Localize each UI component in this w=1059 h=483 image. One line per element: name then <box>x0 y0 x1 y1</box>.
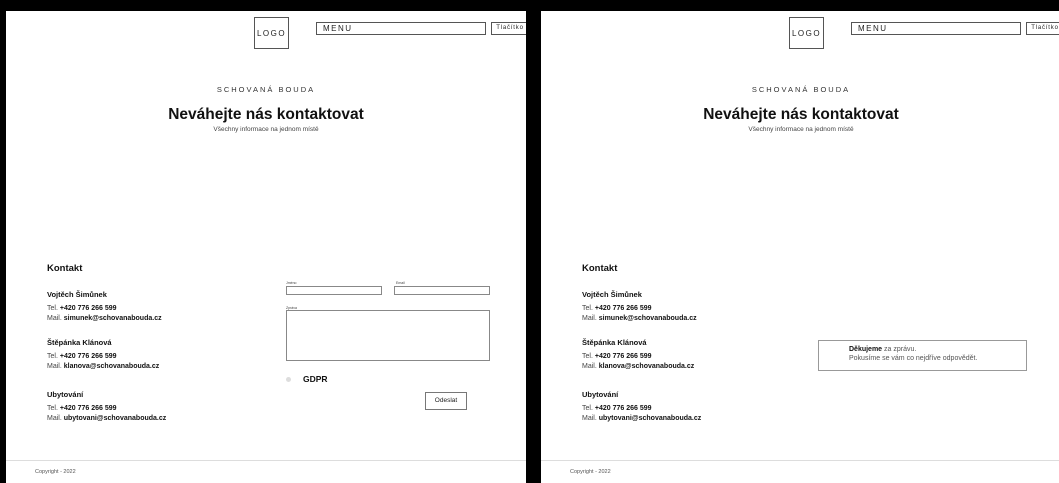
contact-name: Ubytování <box>47 390 84 399</box>
brand-name: SCHOVANÁ BOUDA <box>216 85 316 94</box>
message-textarea[interactable] <box>286 310 490 361</box>
mail-prefix: Mail. <box>582 363 597 370</box>
name-label: Jméno <box>286 281 297 285</box>
logo[interactable]: LOGO <box>789 17 824 49</box>
brand-name: SCHOVANÁ BOUDA <box>751 85 851 94</box>
footer-divider <box>541 460 1059 461</box>
copyright: Copyright - 2022 <box>35 469 76 475</box>
contact-phone[interactable]: +420 776 266 599 <box>595 405 652 412</box>
contact-email[interactable]: simunek@schovanabouda.cz <box>599 315 697 322</box>
contact-name: Štěpánka Klánová <box>47 338 112 347</box>
page-subtitle: Všechny informace na jednom místě <box>748 126 854 133</box>
tel-prefix: Tel. <box>582 353 593 360</box>
contact-person: Ubytování Tel. +420 776 266 599 Mail. ub… <box>582 390 701 424</box>
page-title: Neváhejte nás kontaktovat <box>168 106 364 123</box>
contact-person: Ubytování Tel. +420 776 266 599 Mail. ub… <box>47 390 166 424</box>
contact-heading: Kontakt <box>582 263 618 274</box>
copyright: Copyright - 2022 <box>570 469 611 475</box>
contact-name: Vojtěch Šimůnek <box>582 290 642 299</box>
contact-page-sent-state: LOGO MENU Tlačítko SCHOVANÁ BOUDA Neváhe… <box>541 11 1059 483</box>
mail-prefix: Mail. <box>582 415 597 422</box>
thanks-rest: za zprávu. <box>882 346 917 353</box>
email-label: Email <box>396 281 405 285</box>
contact-email[interactable]: ubytovani@schovanabouda.cz <box>599 415 702 422</box>
mail-prefix: Mail. <box>47 363 62 370</box>
contact-phone[interactable]: +420 776 266 599 <box>60 405 117 412</box>
tel-prefix: Tel. <box>47 405 58 412</box>
contact-name: Štěpánka Klánová <box>582 338 647 347</box>
thank-you-message: Děkujeme za zprávu. Pokusíme se vám co n… <box>818 340 1027 371</box>
tel-prefix: Tel. <box>47 305 58 312</box>
contact-phone[interactable]: +420 776 266 599 <box>60 305 117 312</box>
name-input[interactable] <box>286 286 382 295</box>
contact-phone[interactable]: +420 776 266 599 <box>60 353 117 360</box>
thanks-bold: Děkujeme <box>849 346 883 353</box>
page-subtitle: Všechny informace na jednom místě <box>213 126 319 133</box>
tel-prefix: Tel. <box>47 353 58 360</box>
menu-bar[interactable]: MENU <box>851 22 1021 35</box>
contact-person: Vojtěch Šimůnek Tel. +420 776 266 599 Ma… <box>582 290 697 324</box>
tel-prefix: Tel. <box>582 405 593 412</box>
contact-name: Ubytování <box>582 390 619 399</box>
mail-prefix: Mail. <box>582 315 597 322</box>
footer-divider <box>6 460 526 461</box>
header-button[interactable]: Tlačítko <box>491 22 526 35</box>
contact-phone[interactable]: +420 776 266 599 <box>595 353 652 360</box>
contact-email[interactable]: ubytovani@schovanabouda.cz <box>64 415 167 422</box>
contact-email[interactable]: klanova@schovanabouda.cz <box>64 363 160 370</box>
contact-email[interactable]: simunek@schovanabouda.cz <box>64 315 162 322</box>
contact-person: Štěpánka Klánová Tel. +420 776 266 599 M… <box>47 338 159 372</box>
gdpr-radio[interactable] <box>286 377 291 382</box>
email-input[interactable] <box>394 286 490 295</box>
contact-heading: Kontakt <box>47 263 83 274</box>
contact-person: Štěpánka Klánová Tel. +420 776 266 599 M… <box>582 338 694 372</box>
contact-page-form-state: LOGO MENU Tlačítko SCHOVANÁ BOUDA Neváhe… <box>6 11 526 483</box>
menu-bar[interactable]: MENU <box>316 22 486 35</box>
logo[interactable]: LOGO <box>254 17 289 49</box>
contact-name: Vojtěch Šimůnek <box>47 290 107 299</box>
contact-email[interactable]: klanova@schovanabouda.cz <box>599 363 695 370</box>
mail-prefix: Mail. <box>47 315 62 322</box>
gdpr-label: GDPR <box>303 374 328 384</box>
submit-button[interactable]: Odeslat <box>425 392 467 410</box>
page-title: Neváhejte nás kontaktovat <box>703 106 899 123</box>
header-button[interactable]: Tlačítko <box>1026 22 1059 35</box>
tel-prefix: Tel. <box>582 305 593 312</box>
contact-person: Vojtěch Šimůnek Tel. +420 776 266 599 Ma… <box>47 290 162 324</box>
contact-phone[interactable]: +420 776 266 599 <box>595 305 652 312</box>
mail-prefix: Mail. <box>47 415 62 422</box>
thanks-line2: Pokusíme se vám co nejdříve odpovědět. <box>849 355 978 362</box>
